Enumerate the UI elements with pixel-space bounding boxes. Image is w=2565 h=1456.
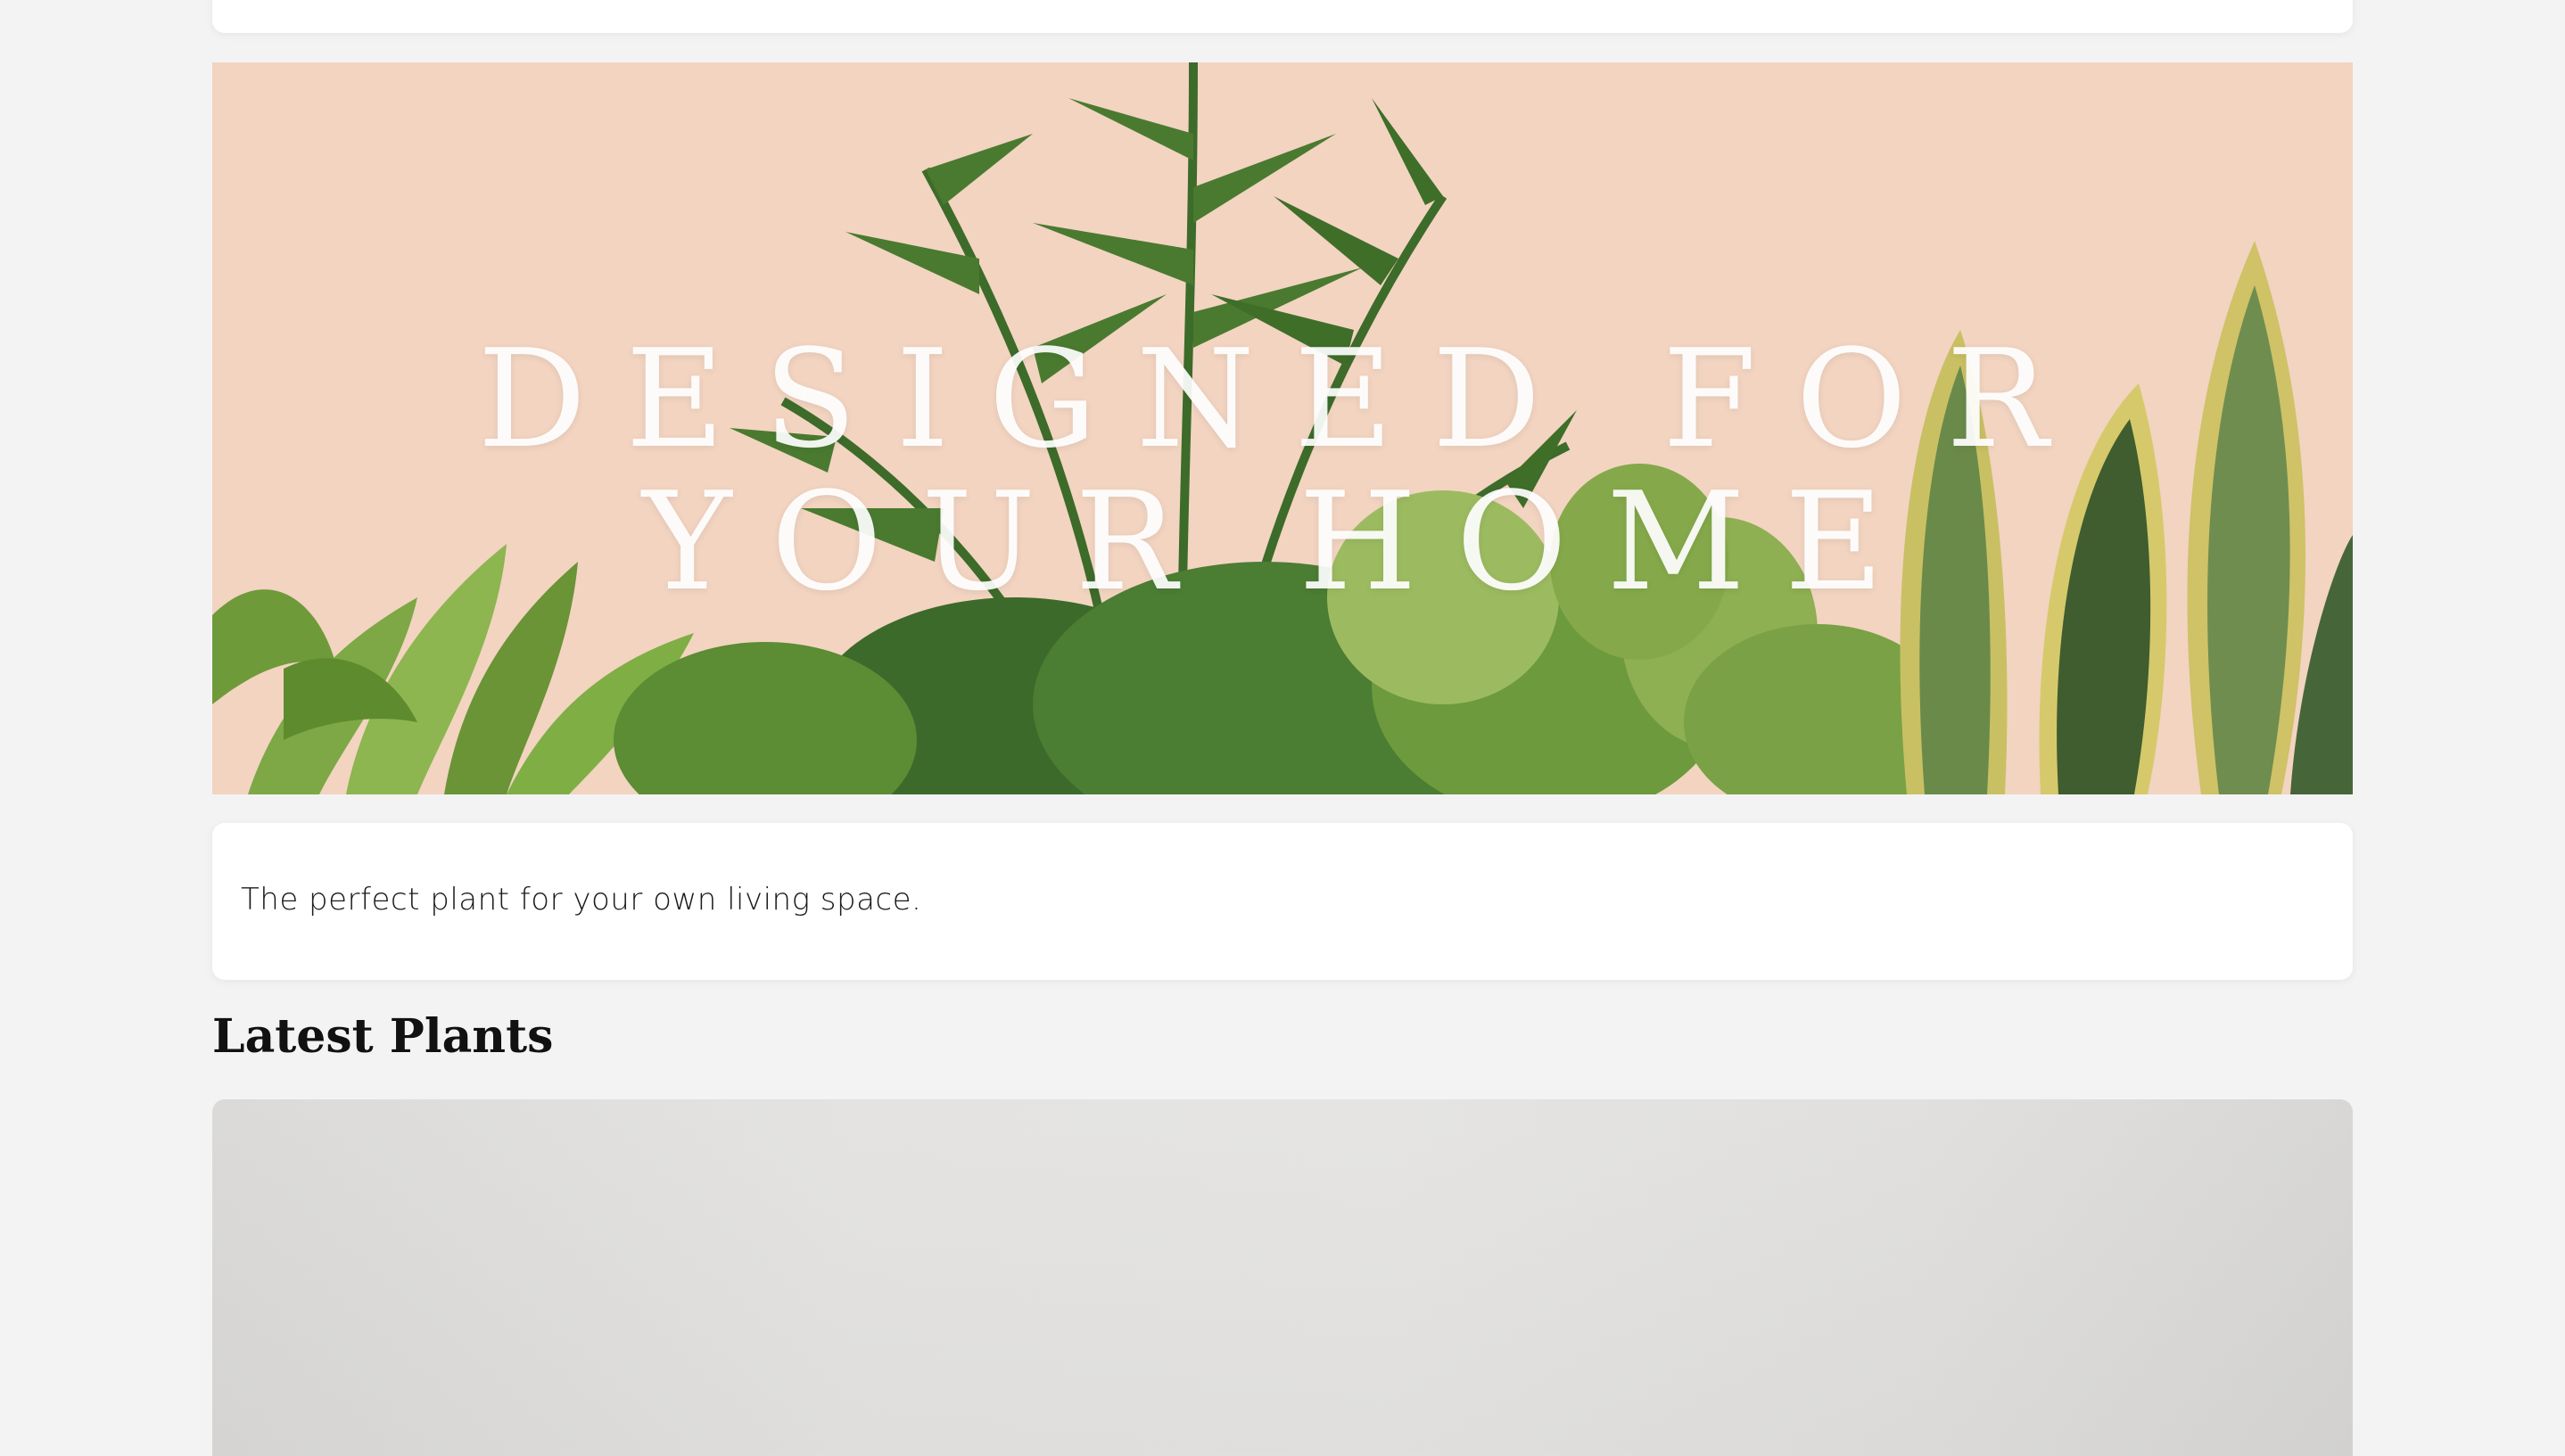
latest-plant-image-card[interactable] (212, 1099, 2353, 1456)
hero-title-line2: YOUR HOME (642, 463, 1923, 621)
hero-title-line1: DESIGNED FOR (477, 320, 2088, 478)
hero-title: DESIGNED FOR YOUR HOME (212, 328, 2353, 613)
latest-plants-heading: Latest Plants (212, 1009, 554, 1064)
hero-banner: DESIGNED FOR YOUR HOME (212, 62, 2353, 794)
tagline-text: The perfect plant for your own living sp… (241, 882, 922, 917)
tagline-card: The perfect plant for your own living sp… (212, 823, 2353, 980)
previous-card (212, 0, 2353, 33)
image-placeholder (212, 1099, 2353, 1456)
